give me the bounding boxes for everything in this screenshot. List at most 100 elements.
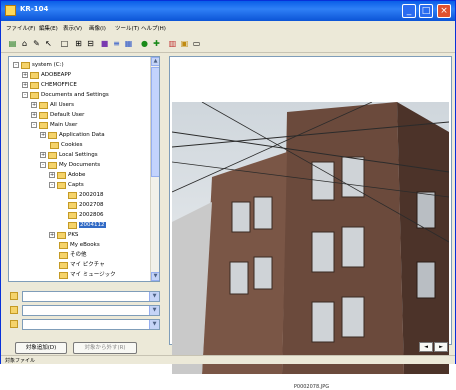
tree-item-label: Application Data	[59, 132, 105, 138]
frame-icon[interactable]: ▭	[191, 38, 202, 49]
folder-tree[interactable]: - system (C:) + ADOBEAPP + CHEMOFFICE - Documen…	[8, 56, 160, 282]
next-image-button[interactable]: ►	[434, 342, 448, 352]
tree-item[interactable]: 2004112	[58, 220, 106, 230]
dropdown-arrow-icon[interactable]: ▼	[149, 320, 159, 329]
menu-tools[interactable]: ツール(T)	[115, 24, 139, 32]
tree-item-label: その他	[70, 252, 87, 258]
status-text: 対象ファイル	[5, 358, 36, 364]
title-bar[interactable]: KR-104 _ □ ×	[1, 1, 455, 21]
tree-item[interactable]: + Application Data	[40, 130, 105, 140]
window-title: KR-104	[20, 5, 49, 13]
folder-icon	[68, 221, 77, 229]
expand-icon[interactable]: +	[22, 72, 28, 78]
folder-icon	[68, 191, 77, 199]
collapse-icon[interactable]: -	[22, 92, 28, 98]
collapse-icon[interactable]: -	[49, 182, 55, 188]
chart-icon[interactable]: ▥	[167, 38, 178, 49]
image-icon[interactable]: ▣	[179, 38, 190, 49]
tree-item-label: Local Settings	[59, 152, 98, 158]
scroll-thumb[interactable]	[151, 67, 159, 177]
remove-target-button[interactable]: 対象から外す(R)	[73, 342, 137, 354]
collapse-icon[interactable]: -	[40, 162, 46, 168]
grid2-icon[interactable]: ⊟	[85, 38, 96, 49]
tree-item[interactable]: その他	[49, 250, 87, 260]
maximize-button[interactable]: □	[419, 4, 433, 18]
tree-item[interactable]: 2002806	[58, 210, 104, 220]
tree-item[interactable]: - Documents and Settings	[22, 90, 109, 100]
prev-image-button[interactable]: ◄	[419, 342, 433, 352]
tree-item[interactable]: + All Users	[31, 100, 74, 110]
expand-icon[interactable]: +	[40, 152, 46, 158]
tree-item-label: CHEMOFFICE	[41, 82, 77, 88]
menu-view[interactable]: 表示(V)	[63, 24, 82, 32]
close-button[interactable]: ×	[437, 4, 451, 18]
collapse-icon[interactable]: -	[31, 122, 37, 128]
table-icon[interactable]: ▦	[123, 38, 134, 49]
tree-item-label: system (C:)	[32, 62, 64, 68]
tree-item[interactable]: + ADOBEAPP	[22, 70, 71, 80]
globe-icon[interactable]: ●	[139, 38, 150, 49]
expand-icon[interactable]: +	[49, 232, 55, 238]
expand-icon[interactable]: +	[22, 82, 28, 88]
expand-icon[interactable]: +	[31, 102, 37, 108]
pen-icon[interactable]: ✎	[31, 38, 42, 49]
tree-item[interactable]: + Local Settings	[40, 150, 98, 160]
tree-item[interactable]: - system (C:)	[13, 60, 64, 70]
minimize-button[interactable]: _	[402, 4, 416, 18]
tree-item[interactable]: - Main User	[31, 120, 77, 130]
color-icon[interactable]: ■	[99, 38, 110, 49]
dropdown-arrow-icon[interactable]: ▼	[149, 306, 159, 315]
target-input-3[interactable]	[22, 319, 160, 330]
tree-item[interactable]: マイ ミュージック	[49, 270, 116, 280]
rect-icon[interactable]: □	[59, 38, 70, 49]
tree-item[interactable]: + Default User	[31, 110, 84, 120]
folder-icon	[39, 111, 48, 119]
cursor-icon[interactable]: ↖	[43, 38, 54, 49]
folder-up-icon[interactable]: ⌂	[19, 38, 30, 49]
scroll-up-arrow-icon[interactable]: ▲	[151, 57, 159, 66]
scroll-down-arrow-icon[interactable]: ▼	[151, 272, 159, 281]
tree-item[interactable]: + Adobe	[49, 170, 85, 180]
target-field-3: ▼	[8, 319, 160, 330]
tree-item[interactable]: ページ.pp	[49, 280, 95, 283]
target-input-1[interactable]	[22, 291, 160, 302]
menu-file[interactable]: ファイル(F)	[6, 24, 35, 32]
tree-item-label: Main User	[50, 122, 78, 128]
menu-help[interactable]: ヘルプ(H)	[141, 24, 166, 32]
list-icon[interactable]: ≡	[111, 38, 122, 49]
expand-icon[interactable]: +	[31, 112, 37, 118]
tree-item[interactable]: - My Documents	[40, 160, 100, 170]
tree-scrollbar[interactable]: ▲ ▼	[150, 57, 159, 281]
tree-item[interactable]: マイ ピクチャ	[49, 260, 105, 270]
menu-edit[interactable]: 編集(E)	[39, 24, 58, 32]
tree-item-label: My eBooks	[70, 242, 100, 248]
expand-icon[interactable]: +	[49, 172, 55, 178]
collapse-icon[interactable]: -	[13, 62, 19, 68]
tree-item[interactable]: 2002018	[58, 190, 104, 200]
tree-item-label: Capts	[68, 182, 84, 188]
tree-item[interactable]: - Capts	[49, 180, 84, 190]
tree-item[interactable]: My eBooks	[49, 240, 100, 250]
tree-item[interactable]: + CHEMOFFICE	[22, 80, 77, 90]
folder-icon	[48, 151, 57, 159]
tools-icon[interactable]: ✚	[151, 38, 162, 49]
folder-icon	[57, 231, 66, 239]
target-input-2[interactable]	[22, 305, 160, 316]
folder-icon	[48, 131, 57, 139]
app-window: KR-104 _ □ × ファイル(F) 編集(E) 表示(V) 画像(I) ツ…	[0, 0, 456, 390]
field-folder-icon	[10, 320, 18, 328]
expand-icon[interactable]: +	[40, 132, 46, 138]
tree-item[interactable]: + PKS	[49, 230, 78, 240]
folder-icon	[48, 161, 57, 169]
menu-image[interactable]: 画像(I)	[89, 24, 106, 32]
folder-icon	[59, 282, 68, 283]
dropdown-arrow-icon[interactable]: ▼	[149, 292, 159, 301]
status-bar: 対象ファイル	[1, 355, 455, 364]
folder-icon	[68, 211, 77, 219]
open-icon[interactable]: ▤	[7, 38, 18, 49]
tree-item[interactable]: Cookies	[40, 140, 83, 150]
grid-icon[interactable]: ⊞	[73, 38, 84, 49]
tree-item[interactable]: 2002708	[58, 200, 104, 210]
folder-icon	[30, 81, 39, 89]
add-target-button[interactable]: 対象追加(D)	[15, 342, 67, 354]
